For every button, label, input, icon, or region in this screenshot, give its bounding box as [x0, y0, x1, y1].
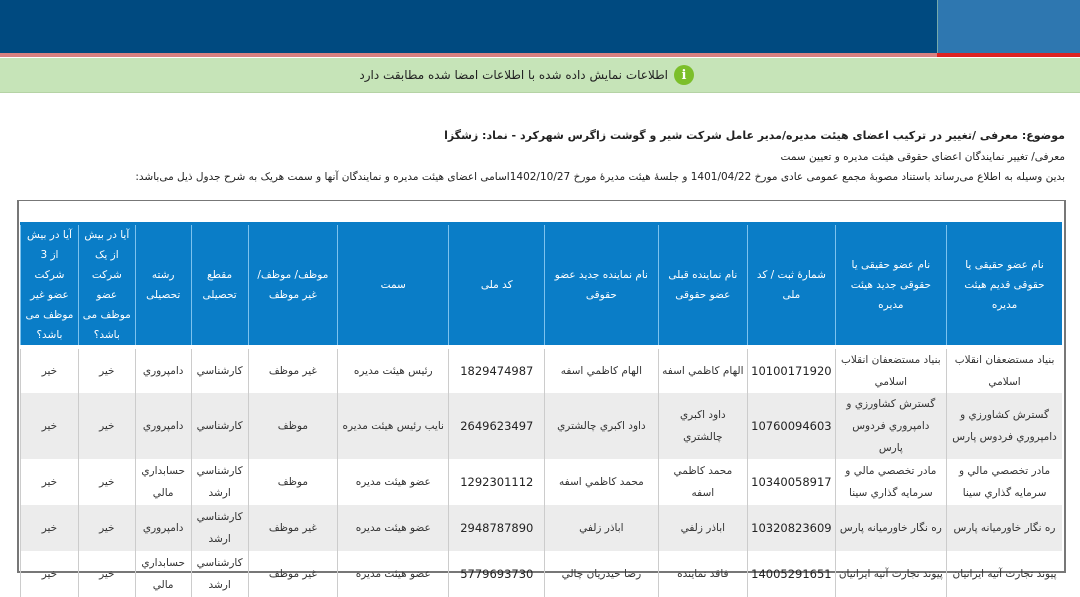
table-cell: محمد كاظمي اسفه	[544, 459, 659, 505]
table-cell: خیر	[77, 393, 136, 459]
table-row: گسترش كشاورزي و دامپروري فردوس پارس گسترش…	[20, 393, 1062, 459]
table-cell: موظف	[247, 459, 338, 505]
table-cell: دامپروري	[134, 345, 192, 393]
table-cell: داود اكبري چالشتري	[544, 393, 659, 459]
column-header: نام عضو حقیقی یا حقوقی قدیم هیئت مدیره	[946, 223, 1062, 347]
header-right-block	[937, 0, 1080, 53]
table-row: پیوند تجارت آتیه ایرانیان پیوند تجارت آتی…	[20, 551, 1062, 597]
column-header: مقطع تحصیلی	[190, 223, 249, 347]
table-cell: خیر	[20, 551, 79, 597]
table-cell: 1292301112	[448, 459, 545, 505]
table-cell: داود اكبري چالشتري	[657, 393, 748, 459]
intro-line: بدین وسیله به اطلاع می‌رساند باستناد مصو…	[135, 171, 1065, 183]
table-cell: کارشناسي ارشد	[190, 459, 249, 505]
table-cell: کارشناسي	[190, 345, 249, 393]
table-cell: 2649623497	[448, 393, 545, 459]
table-cell: موظف	[247, 393, 338, 459]
table-cell: خیر	[20, 505, 79, 551]
table-cell: مادر تخصصي مالي و سرمايه گذاري سينا	[834, 459, 947, 505]
table-cell: 10100171920	[747, 345, 836, 393]
table-cell: خیر	[77, 345, 136, 393]
table-cell: دامپروري	[134, 505, 192, 551]
table-cell: غیر موظف	[247, 551, 338, 597]
table-cell: الهام كاظمي اسفه	[657, 345, 748, 393]
table-cell: خیر	[20, 393, 79, 459]
table-cell: 14005291651	[747, 551, 836, 597]
table-cell: عضو هیئت مدیره	[337, 459, 449, 505]
info-icon: i	[674, 65, 694, 85]
column-header: آیا در بیش از یک شرکت عضو موظف می باشد؟	[77, 223, 136, 347]
table-cell: 1829474987	[448, 345, 545, 393]
column-header: کد ملی	[448, 223, 545, 347]
notice-text: اطلاعات نمایش داده شده با اطلاعات امضا ش…	[359, 68, 668, 82]
table-cell: الهام كاظمي اسفه	[544, 345, 659, 393]
table-cell: حسابداري مالي	[134, 459, 192, 505]
column-header: سمت	[337, 223, 449, 347]
table-cell: بنیاد مستضعفان انقلاب اسلامي	[834, 345, 947, 393]
table-cell: بنیاد مستضعفان انقلاب اسلامي	[946, 345, 1062, 393]
table-cell: غیر موظف	[247, 345, 338, 393]
table-cell: گسترش كشاورزي و دامپروري فردوس پارس	[834, 393, 947, 459]
table-cell: 10320823609	[747, 505, 836, 551]
column-header: نام عضو حقیقی یا حقوقی جدید هیئت مدیره	[834, 223, 947, 347]
table-cell: پیوند تجارت آتیه ایرانیان	[834, 551, 947, 597]
column-header: آیا در بیش از 3 شرکت عضو غیر موظف می باش…	[20, 223, 79, 347]
table-cell: 5779693730	[448, 551, 545, 597]
table-cell: حسابداري مالي	[134, 551, 192, 597]
site-header	[0, 0, 1080, 53]
table-cell: پیوند تجارت آتیه ایرانیان	[946, 551, 1062, 597]
table-cell: رئیس هیئت مدیره	[337, 345, 449, 393]
table-cell: اباذر زلفي	[544, 505, 659, 551]
column-header: نام نماینده قبلی عضو حقوقی	[657, 223, 748, 347]
table-cell: ره نگار خاورمیانه پارس	[834, 505, 947, 551]
table-cell: نایب رئیس هیئت مدیره	[337, 393, 449, 459]
board-members-table: نام عضو حقیقی یا حقوقی قدیم هیئت مدیره نا…	[20, 222, 1062, 597]
table-cell: ره نگار خاورمیانه پارس	[946, 505, 1062, 551]
table-cell: کارشناسي ارشد	[190, 505, 249, 551]
table-cell: فاقد نماینده	[657, 551, 748, 597]
table-cell: 10340058917	[747, 459, 836, 505]
table-cell: عضو هیئت مدیره	[337, 551, 449, 597]
table-cell: خیر	[77, 551, 136, 597]
table-cell: محمد كاظمي اسفه	[657, 459, 748, 505]
subject-line: موضوع: معرفی /تغییر در ترکیب اعضای هیئت …	[444, 129, 1065, 142]
verification-notice: i اطلاعات نمایش داده شده با اطلاعات امضا…	[0, 58, 1080, 93]
table-cell: کارشناسي	[190, 393, 249, 459]
table-cell: خیر	[20, 459, 79, 505]
subtitle-line: معرفی/ تغییر نمایندگان اعضای حقوقی هیئت …	[780, 151, 1065, 163]
table-cell: مادر تخصصي مالي و سرمايه گذاري سينا	[946, 459, 1062, 505]
table-cell: غیر موظف	[247, 505, 338, 551]
column-header: موظف/ موظف/غیر موظف	[247, 223, 338, 347]
table-row: مادر تخصصي مالي و سرمايه گذاري سينا مادر …	[20, 459, 1062, 505]
column-header: رشته تحصیلی	[134, 223, 192, 347]
table-row: بنیاد مستضعفان انقلاب اسلامي بنیاد مستضعف…	[20, 345, 1062, 393]
table-cell: گسترش كشاورزي و دامپروري فردوس پارس	[946, 393, 1062, 459]
table-cell: اباذر زلفي	[657, 505, 748, 551]
table-cell: خیر	[77, 505, 136, 551]
table-cell: عضو هیئت مدیره	[337, 505, 449, 551]
header-divider	[0, 53, 1080, 57]
table-cell: 2948787890	[448, 505, 545, 551]
table-row: ره نگار خاورمیانه پارس ره نگار خاورمیانه …	[20, 505, 1062, 551]
table-cell: کارشناسي ارشد	[190, 551, 249, 597]
table-cell: خیر	[20, 345, 79, 393]
table-cell: رضا حیدریان چالي	[544, 551, 659, 597]
column-header: شمارهٔ ثبت / کد ملی	[747, 223, 836, 347]
table-cell: خیر	[77, 459, 136, 505]
table-cell: 10760094603	[747, 393, 836, 459]
table-cell: دامپروري	[134, 393, 192, 459]
column-header: نام نماینده جدید عضو حقوقی	[544, 223, 659, 347]
